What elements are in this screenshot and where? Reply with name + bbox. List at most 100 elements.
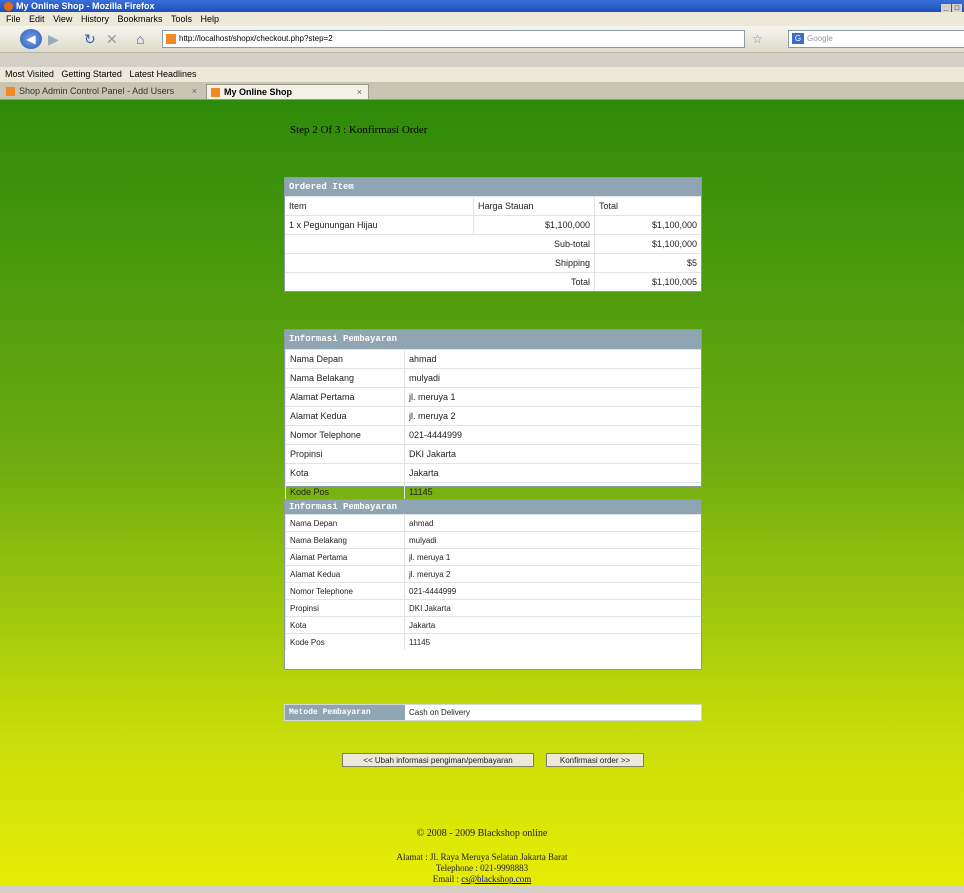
bookmark-star-icon[interactable]: ☆ — [752, 32, 763, 46]
field-label: Nama Belakang — [285, 368, 405, 388]
page-content: Step 2 Of 3 : Konfirmasi Order Ordered I… — [0, 100, 964, 886]
column-header: Item — [285, 196, 474, 216]
menu-view[interactable]: View — [53, 14, 72, 24]
table-row: Propinsi DKI Jakarta — [285, 599, 701, 617]
ordered-items-panel: Ordered Item Item Harga Stauan Total 1 x… — [284, 177, 702, 292]
payment-info-table: Nama Depan ahmad Nama Belakang mulyadi Ala… — [285, 349, 701, 501]
item-price: $1,100,000 — [473, 215, 595, 235]
search-box[interactable]: G Google — [788, 30, 964, 48]
field-label: Alamat Pertama — [285, 387, 405, 407]
tab-icon — [6, 87, 15, 97]
window-titlebar: My Online Shop - Mozilla Firefox _ □ — [0, 0, 964, 13]
payment-info-panel: Informasi Pembayaran Nama Depan ahmad Nam… — [284, 329, 702, 501]
page-title: Step 2 Of 3 : Konfirmasi Order — [290, 124, 428, 136]
shipping-value: $5 — [594, 253, 701, 273]
bookmark-getting-started[interactable]: Getting Started — [61, 69, 122, 79]
tab-label: Shop Admin Control Panel - Add Users — [19, 86, 175, 96]
table-row: Nomor Telephone 021-4444999 — [285, 582, 701, 600]
google-icon: G — [792, 33, 804, 45]
total-label: Total — [285, 272, 595, 291]
menu-tools[interactable]: Tools — [171, 14, 192, 24]
site-icon — [166, 33, 176, 44]
table-row: Alamat Pertama jl. meruya 1 — [285, 548, 701, 566]
confirm-order-button[interactable]: Konfirmasi order >> — [546, 753, 644, 767]
field-value: Jakarta — [404, 463, 701, 483]
bookmark-latest-headlines[interactable]: Latest Headlines — [129, 69, 196, 79]
status-bar — [0, 886, 964, 893]
subtotal-label: Sub-total — [285, 234, 595, 254]
payment-method-label: Metode Pembayaran — [285, 705, 405, 720]
item-name: 1 x Pegunungan Hijau — [285, 215, 474, 235]
ordered-items-table: Item Harga Stauan Total 1 x Pegunungan H… — [285, 196, 701, 291]
field-label: Nomor Telephone — [285, 582, 405, 600]
window-title: My Online Shop - Mozilla Firefox — [16, 1, 155, 11]
field-value: 021-4444999 — [404, 582, 701, 600]
tab-admin[interactable]: Shop Admin Control Panel - Add Users × — [2, 84, 203, 99]
address-bar[interactable]: http://localhost/shopx/checkout.php?step… — [162, 30, 745, 48]
table-row: Kota Jakarta — [285, 463, 701, 483]
back-button[interactable]: ◀ — [20, 29, 42, 49]
field-value: jl. meruya 2 — [404, 406, 701, 426]
field-value: mulyadi — [404, 531, 701, 549]
forward-button[interactable]: ▶ — [48, 29, 59, 49]
close-tab-icon[interactable]: × — [192, 84, 197, 99]
column-header: Harga Stauan — [473, 196, 595, 216]
footer-phone: Telephone : 021-9998883 — [435, 863, 529, 873]
menu-bar: File Edit View History Bookmarks Tools H… — [0, 12, 964, 26]
field-value: DKI Jakarta — [404, 599, 701, 617]
subtotal-value: $1,100,000 — [594, 234, 701, 254]
field-label: Kota — [285, 616, 405, 634]
payment-info-heading: Informasi Pembayaran — [285, 330, 701, 349]
field-value: ahmad — [404, 514, 701, 532]
field-value: jl. meruya 1 — [404, 548, 701, 566]
field-value: ahmad — [404, 349, 701, 369]
close-tab-icon[interactable]: × — [357, 85, 362, 100]
table-row: Kota Jakarta — [285, 616, 701, 634]
navigation-toolbar: ◀ ▶ ↻ ✕ ⌂ http://localhost/shopx/checkou… — [0, 26, 964, 53]
menu-bookmarks[interactable]: Bookmarks — [117, 14, 162, 24]
payment-info-panel-compact: Informasi Pembayaran Nama Depan ahmad Nam… — [284, 499, 702, 670]
field-value: Jakarta — [404, 616, 701, 634]
tab-shop[interactable]: My Online Shop × — [206, 84, 369, 99]
footer-email-label: Email : — [432, 874, 462, 884]
field-label: Propinsi — [285, 444, 405, 464]
edit-info-button[interactable]: << Ubah informasi pengiman/pembayaran — [342, 753, 534, 767]
payment-info-table: Nama Depan ahmad Nama Belakang mulyadi Ala… — [285, 514, 701, 650]
field-value: 11145 — [404, 633, 701, 650]
bookmark-most-visited[interactable]: Most Visited — [5, 69, 54, 79]
shipping-label: Shipping — [285, 253, 595, 273]
menu-history[interactable]: History — [81, 14, 109, 24]
home-button[interactable]: ⌂ — [136, 29, 144, 49]
stop-button[interactable]: ✕ — [106, 29, 118, 49]
field-label: Nama Belakang — [285, 531, 405, 549]
shipping-row: Shipping $5 — [285, 253, 701, 273]
field-value: jl. meruya 2 — [404, 565, 701, 583]
table-row: Nama Belakang mulyadi — [285, 531, 701, 549]
email-link[interactable]: cs@blackshop.com — [461, 874, 531, 884]
field-label: Alamat Pertama — [285, 548, 405, 566]
reload-button[interactable]: ↻ — [84, 29, 96, 49]
field-label: Alamat Kedua — [285, 406, 405, 426]
menu-help[interactable]: Help — [201, 14, 220, 24]
table-header-row: Item Harga Stauan Total — [285, 196, 701, 216]
footer-address: Alamat : Jl. Raya Meruya Selatan Jakarta… — [396, 852, 568, 862]
table-row: Nama Belakang mulyadi — [285, 368, 701, 388]
field-value: DKI Jakarta — [404, 444, 701, 464]
table-row: Kode Pos 11145 — [285, 633, 701, 650]
table-row: 1 x Pegunungan Hijau $1,100,000 $1,100,0… — [285, 215, 701, 235]
field-label: Propinsi — [285, 599, 405, 617]
table-row: Propinsi DKI Jakarta — [285, 444, 701, 464]
search-placeholder: Google — [807, 34, 833, 43]
field-label: Nama Depan — [285, 514, 405, 532]
url-text: http://localhost/shopx/checkout.php?step… — [179, 34, 333, 43]
tab-label: My Online Shop — [224, 87, 293, 97]
menu-file[interactable]: File — [6, 14, 21, 24]
footer-email: Email : cs@blackshop.com — [0, 874, 964, 885]
subtotal-row: Sub-total $1,100,000 — [285, 234, 701, 254]
field-value: 021-4444999 — [404, 425, 701, 445]
menu-edit[interactable]: Edit — [29, 14, 45, 24]
footer-copyright: © 2008 - 2009 Blackshop online — [416, 828, 548, 839]
table-row: Alamat Kedua jl. meruya 2 — [285, 406, 701, 426]
field-label: Alamat Kedua — [285, 565, 405, 583]
tab-icon — [211, 88, 220, 98]
